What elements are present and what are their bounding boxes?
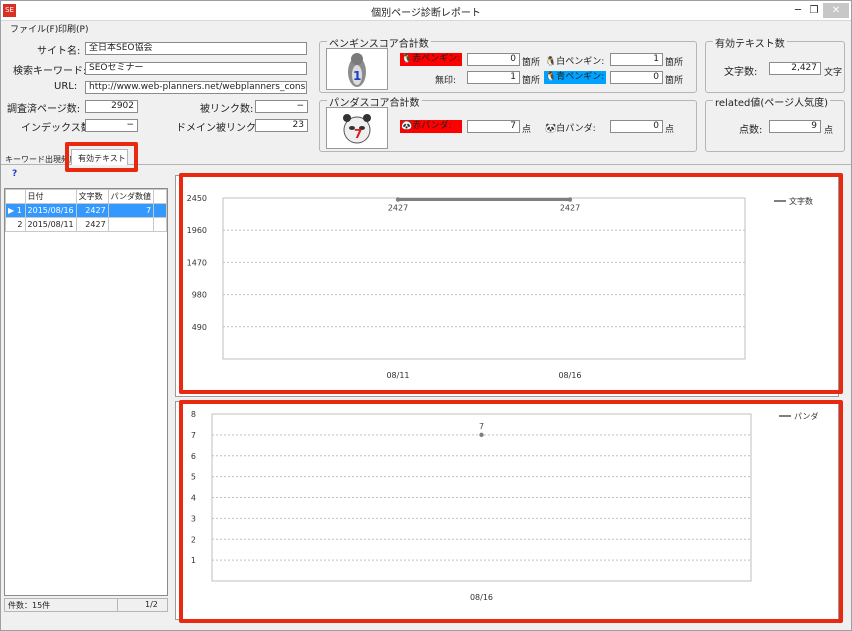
panda-mascot-number: 7 bbox=[354, 127, 362, 141]
domain-links-label: ドメイン被リンク: bbox=[176, 123, 260, 134]
white-penguin-text: 白ペンギン: bbox=[556, 57, 605, 67]
cell-chars: 2427 bbox=[75, 217, 109, 232]
red-penguin-field: 0 bbox=[467, 53, 520, 66]
site-name-field[interactable]: 全日本SEO協会 bbox=[85, 42, 307, 55]
index-count-field: − bbox=[85, 119, 138, 132]
cell-filler bbox=[153, 217, 167, 232]
column-header-filler bbox=[153, 189, 167, 204]
red-panda-field: 7 bbox=[467, 120, 520, 133]
cell-date: 2015/08/16 bbox=[24, 203, 77, 218]
red-penguin-text: 赤ペンギン: bbox=[412, 54, 461, 64]
table-header-row: 日付 文字数 パンダ数値 bbox=[5, 189, 167, 204]
char-count-unit: 文字 bbox=[824, 68, 843, 78]
blue-penguin-icon: 🐧 bbox=[545, 72, 557, 82]
white-penguin-field: 1 bbox=[610, 53, 663, 66]
points-field: 9 bbox=[769, 120, 821, 133]
char-count-field: 2,427 bbox=[769, 62, 821, 75]
site-name-label: サイト名: bbox=[37, 46, 81, 57]
related-group-title: related値(ページ人気度) bbox=[713, 94, 830, 109]
history-table-grid: 日付 文字数 パンダ数値 ▶ 1 2015/08/16 2427 7 2 201… bbox=[5, 189, 167, 232]
cell-panda: 7 bbox=[107, 203, 155, 218]
white-panda-label: 🐼白パンダ: bbox=[545, 121, 596, 134]
report-window: SE 個別ページ診断レポート ─ ❐ ✕ ファイル(F) 印刷(P) サイト名:… bbox=[0, 0, 852, 631]
column-header-chars[interactable]: 文字数 bbox=[75, 189, 109, 204]
column-header-panda[interactable]: パンダ数値 bbox=[107, 189, 155, 204]
index-count-label: インデックス数: bbox=[21, 123, 95, 134]
points-label: 点数: bbox=[739, 125, 763, 136]
row-header-corner bbox=[5, 189, 26, 204]
title-bar: SE 個別ページ診断レポート ─ ❐ ✕ bbox=[1, 1, 851, 21]
row-number-text: 1 bbox=[16, 206, 22, 215]
keyword-field[interactable]: SEOセミナー bbox=[85, 62, 307, 75]
column-header-date[interactable]: 日付 bbox=[24, 189, 77, 204]
no-mark-label: 無印: bbox=[435, 76, 457, 86]
backlinks-label: 被リンク数: bbox=[200, 104, 254, 115]
white-panda-field: 0 bbox=[610, 120, 663, 133]
char-count-label: 文字数: bbox=[724, 67, 758, 78]
red-panda-text: 赤パンダ: bbox=[412, 121, 452, 131]
surveyed-pages-label: 調査済ページ数: bbox=[7, 104, 81, 115]
white-penguin-label: 🐧白ペンギン: bbox=[545, 54, 604, 67]
red-panda-icon: 🐼 bbox=[401, 121, 413, 131]
cell-filler bbox=[153, 203, 167, 218]
red-panda-unit: 点 bbox=[522, 125, 532, 135]
menu-print[interactable]: 印刷(P) bbox=[58, 22, 88, 35]
surveyed-pages-field: 2902 bbox=[85, 100, 138, 113]
no-mark-field: 1 bbox=[467, 71, 520, 84]
keyword-label: 検索キーワード: bbox=[13, 66, 87, 77]
menu-bar: ファイル(F) 印刷(P) bbox=[1, 21, 851, 36]
cell-chars: 2427 bbox=[75, 203, 109, 218]
backlinks-field: − bbox=[255, 100, 308, 113]
domain-links-field: 23 bbox=[255, 119, 308, 132]
row-number: 2 bbox=[5, 217, 26, 232]
url-field[interactable]: http://www.web-planners.net/webplanners_… bbox=[85, 81, 307, 94]
help-icon[interactable]: ? bbox=[12, 169, 17, 179]
blue-penguin-text: 青ペンギン: bbox=[556, 72, 605, 82]
red-penguin-label: 🐧赤ペンギン: bbox=[400, 53, 462, 66]
maximize-button[interactable]: ❐ bbox=[807, 3, 821, 18]
red-panda-label: 🐼赤パンダ: bbox=[400, 120, 462, 133]
no-mark-unit: 箇所 bbox=[522, 76, 541, 86]
status-divider bbox=[117, 599, 118, 611]
effective-text-group-title: 有効テキスト数 bbox=[713, 35, 787, 50]
minimize-button[interactable]: ─ bbox=[791, 3, 805, 18]
blue-penguin-label: 🐧青ペンギン: bbox=[544, 71, 606, 84]
page-indicator: 1/2 bbox=[145, 600, 158, 609]
menu-file[interactable]: ファイル(F) bbox=[10, 22, 58, 35]
chart-highlight-frame bbox=[179, 400, 843, 623]
red-penguin-icon: 🐧 bbox=[401, 54, 413, 64]
penguin-mascot-image: 1 bbox=[326, 48, 388, 90]
penguin-icon: 1 bbox=[348, 53, 366, 87]
white-penguin-icon: 🐧 bbox=[545, 57, 557, 67]
white-panda-icon: 🐼 bbox=[545, 124, 557, 134]
penguin-mascot-number: 1 bbox=[353, 69, 361, 83]
white-panda-unit: 点 bbox=[665, 125, 675, 135]
red-penguin-unit: 箇所 bbox=[522, 58, 541, 68]
row-number: ▶ 1 bbox=[5, 203, 26, 218]
panda-mascot-image: 7 bbox=[326, 107, 388, 149]
row-marker-icon: ▶ bbox=[8, 206, 15, 215]
cell-date: 2015/08/11 bbox=[24, 217, 77, 232]
window-title: 個別ページ診断レポート bbox=[371, 8, 481, 19]
table-row[interactable]: 2 2015/08/11 2427 bbox=[5, 217, 167, 232]
panda-icon: 7 bbox=[343, 114, 371, 144]
white-panda-text: 白パンダ: bbox=[556, 124, 596, 134]
history-table: 日付 文字数 パンダ数値 ▶ 1 2015/08/16 2427 7 2 201… bbox=[4, 188, 168, 596]
cell-panda bbox=[107, 217, 155, 232]
white-penguin-unit: 箇所 bbox=[665, 58, 684, 68]
close-button[interactable]: ✕ bbox=[823, 3, 849, 18]
url-label: URL: bbox=[54, 81, 78, 92]
tab-highlight-frame bbox=[65, 142, 138, 172]
record-count: 件数：15件 bbox=[8, 601, 51, 610]
table-row[interactable]: ▶ 1 2015/08/16 2427 7 bbox=[5, 203, 167, 218]
blue-penguin-unit: 箇所 bbox=[665, 76, 684, 86]
status-bar: 件数：15件 1/2 bbox=[4, 598, 168, 612]
blue-penguin-field: 0 bbox=[610, 71, 663, 84]
points-unit: 点 bbox=[824, 126, 834, 136]
chart-highlight-frame bbox=[179, 173, 843, 394]
